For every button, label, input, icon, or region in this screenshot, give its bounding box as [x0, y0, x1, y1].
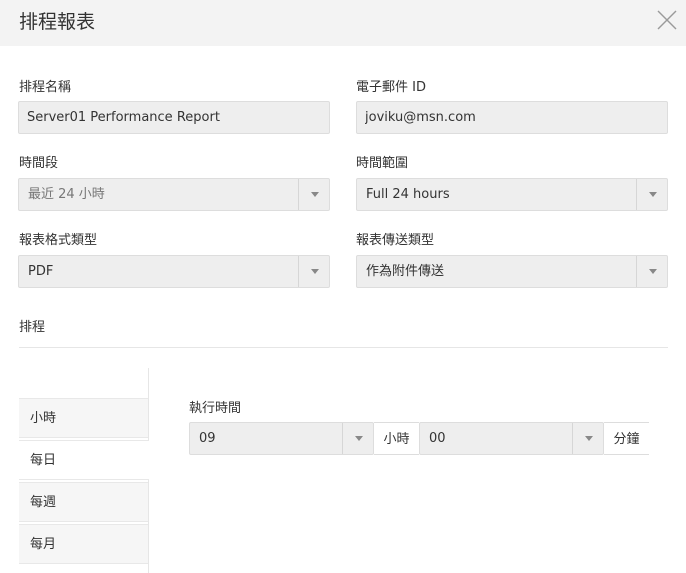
tab-hourly[interactable]: 小時: [19, 398, 148, 438]
chevron-down-icon: [649, 269, 657, 274]
time-range-value: Full 24 hours: [366, 187, 450, 202]
chevron-down-icon: [311, 269, 319, 274]
delivery-type-value: 作為附件傳送: [366, 264, 445, 279]
tab-label: 小時: [30, 411, 57, 426]
select-divider: [342, 423, 343, 454]
select-divider: [636, 179, 637, 210]
hour-select[interactable]: 09: [189, 422, 374, 455]
chevron-down-icon: [649, 192, 657, 197]
hour-unit-label: 小時: [374, 422, 419, 455]
delivery-type-label: 報表傳送類型: [356, 233, 435, 248]
period-label: 時間段: [19, 156, 59, 171]
schedule-name-input[interactable]: [18, 101, 330, 134]
minute-value: 00: [429, 431, 446, 446]
tab-daily[interactable]: 每日: [19, 440, 149, 480]
time-range-label: 時間範圍: [356, 156, 409, 171]
schedule-section-label: 排程: [19, 320, 46, 335]
time-range-select[interactable]: Full 24 hours: [356, 178, 668, 211]
period-select[interactable]: 最近 24 小時: [18, 178, 330, 211]
hour-value: 09: [199, 431, 216, 446]
tab-weekly[interactable]: 每週: [19, 482, 148, 522]
chevron-down-icon: [355, 436, 363, 441]
minute-unit-label: 分鐘: [604, 422, 649, 455]
tab-label: 每日: [30, 453, 57, 468]
select-divider: [298, 256, 299, 287]
schedule-name-label: 排程名稱: [19, 80, 72, 95]
select-divider: [298, 179, 299, 210]
email-input[interactable]: [356, 101, 668, 134]
report-format-value: PDF: [28, 264, 54, 279]
report-format-label: 報表格式類型: [19, 233, 98, 248]
tab-label: 每週: [30, 495, 57, 510]
section-divider: [19, 347, 668, 348]
select-divider: [636, 256, 637, 287]
run-time-label: 執行時間: [189, 401, 242, 416]
period-value: 最近 24 小時: [28, 187, 105, 202]
select-divider: [572, 423, 573, 454]
minute-select[interactable]: 00: [419, 422, 604, 455]
chevron-down-icon: [311, 192, 319, 197]
dialog-header: 排程報表: [0, 0, 686, 46]
dialog-title: 排程報表: [19, 11, 96, 33]
delivery-type-select[interactable]: 作為附件傳送: [356, 255, 668, 288]
chevron-down-icon: [585, 436, 593, 441]
email-label: 電子郵件 ID: [356, 80, 426, 95]
tab-monthly[interactable]: 每月: [19, 524, 148, 564]
tab-label: 每月: [30, 537, 57, 552]
report-format-select[interactable]: PDF: [18, 255, 330, 288]
close-icon[interactable]: [655, 8, 679, 32]
